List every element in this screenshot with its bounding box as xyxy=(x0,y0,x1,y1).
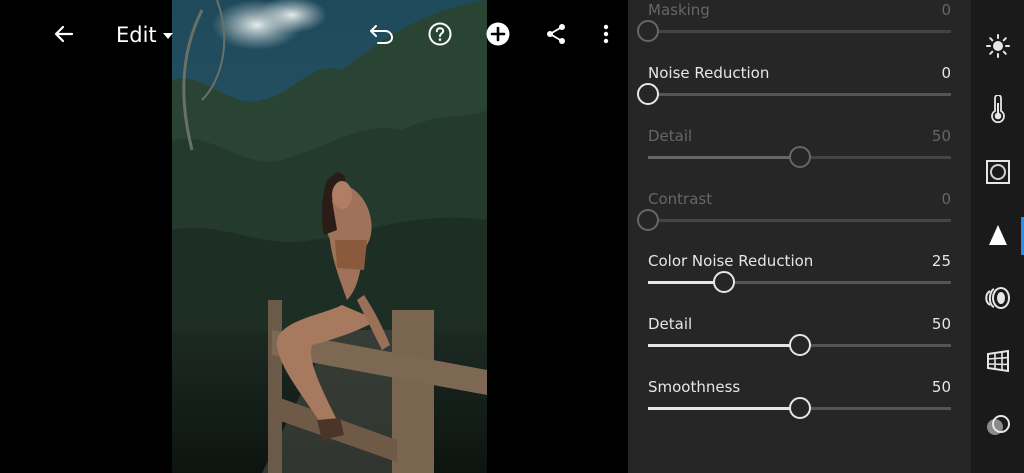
slider-row-contrast: Contrast 0 xyxy=(628,181,971,243)
slider-value: 25 xyxy=(931,252,951,270)
tool-color[interactable] xyxy=(971,78,1024,140)
slider-label: Color Noise Reduction xyxy=(648,252,814,270)
slider-row-masking: Masking 0 xyxy=(628,0,971,54)
tool-light[interactable] xyxy=(971,15,1024,77)
slider-value: 50 xyxy=(931,378,951,396)
slider-fill xyxy=(648,407,800,410)
tool-effects[interactable] xyxy=(971,141,1024,203)
slider-label: Smoothness xyxy=(648,378,741,396)
slider-thumb[interactable] xyxy=(788,334,811,356)
slider-track[interactable] xyxy=(648,397,951,419)
slider-track xyxy=(637,209,951,231)
effects-vignette-icon xyxy=(985,160,1010,184)
slider-thumb xyxy=(637,209,659,231)
slider-thumb[interactable] xyxy=(788,397,811,419)
tool-optics[interactable] xyxy=(971,267,1024,329)
light-icon xyxy=(985,34,1010,58)
slider-row-smoothness: Smoothness 50 xyxy=(628,369,971,431)
slider-value: 0 xyxy=(941,1,951,19)
undo-button[interactable] xyxy=(362,14,402,54)
slider-fill xyxy=(648,344,800,347)
slider-row-color-noise-reduction: Color Noise Reduction 25 xyxy=(628,243,971,305)
slider-fill xyxy=(648,156,800,159)
slider-track[interactable] xyxy=(648,334,951,356)
more-icon xyxy=(603,24,609,44)
slider-value: 50 xyxy=(931,315,951,333)
slider-track[interactable] xyxy=(648,271,951,293)
back-button[interactable] xyxy=(44,14,84,54)
help-icon xyxy=(428,22,452,46)
tool-geometry[interactable] xyxy=(971,330,1024,392)
color-thermometer-icon xyxy=(990,95,1005,123)
photo-viewer: Edit xyxy=(0,0,628,473)
slider-value: 0 xyxy=(941,64,951,82)
slider-track xyxy=(648,146,951,168)
slider-track xyxy=(637,20,951,42)
edit-mode-label: Edit xyxy=(116,23,157,47)
slider-label: Contrast xyxy=(648,190,713,208)
top-toolbar: Edit xyxy=(0,0,628,68)
more-options-button[interactable] xyxy=(586,14,626,54)
slider-label: Noise Reduction xyxy=(648,64,770,82)
add-icon xyxy=(486,22,510,46)
presets-circles-icon xyxy=(986,415,1010,435)
tool-presets[interactable] xyxy=(971,395,1024,457)
slider-label: Masking xyxy=(648,1,710,19)
add-button[interactable] xyxy=(478,14,518,54)
slider-row-noise-reduction: Noise Reduction 0 xyxy=(628,55,971,117)
slider-label: Detail xyxy=(648,127,693,145)
undo-icon xyxy=(370,25,394,44)
share-button[interactable] xyxy=(536,14,576,54)
edited-photo[interactable] xyxy=(172,0,487,473)
photo-image xyxy=(172,0,487,473)
geometry-grid-icon xyxy=(986,349,1009,373)
slider-track[interactable] xyxy=(637,83,951,105)
tool-rail xyxy=(971,0,1024,473)
slider-thumb[interactable] xyxy=(712,271,735,293)
share-icon xyxy=(547,24,565,44)
slider-thumb xyxy=(788,146,811,168)
slider-row-detail: Detail 50 xyxy=(628,306,971,368)
edit-mode-dropdown[interactable]: Edit xyxy=(116,19,173,51)
detail-panel: Masking 0 Noise Reduction 0 Detail 50 Contrast… xyxy=(628,0,971,473)
detail-triangle-icon xyxy=(988,225,1007,245)
help-button[interactable] xyxy=(420,14,460,54)
chevron-down-icon xyxy=(162,33,173,39)
slider-thumb xyxy=(637,20,659,42)
slider-value: 0 xyxy=(941,190,951,208)
slider-thumb[interactable] xyxy=(637,83,659,105)
slider-row-detail: Detail 50 xyxy=(628,118,971,180)
optics-lens-icon xyxy=(984,287,1010,309)
back-arrow-icon xyxy=(54,25,74,43)
slider-label: Detail xyxy=(648,315,693,333)
slider-value: 50 xyxy=(931,127,951,145)
tool-detail[interactable] xyxy=(971,204,1024,266)
